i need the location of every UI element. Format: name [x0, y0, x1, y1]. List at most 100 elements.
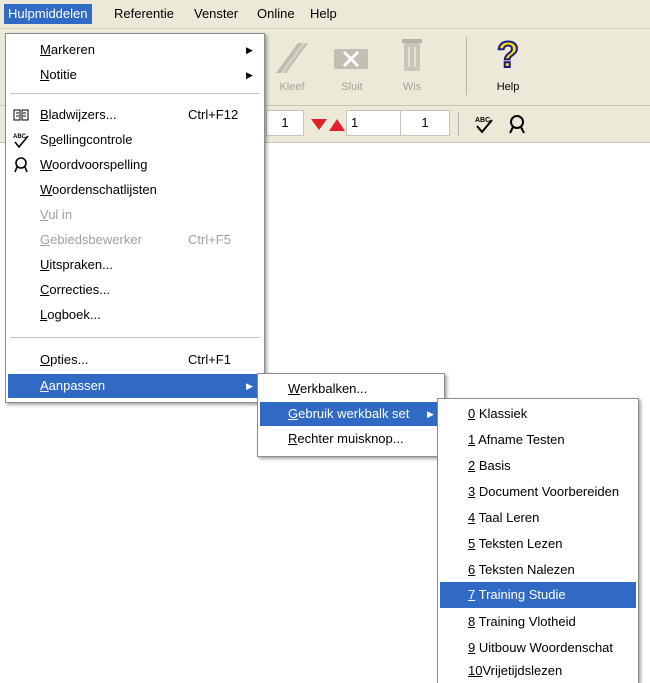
menu-item-label: Werkbalken... [288, 377, 367, 401]
menu-item-set-10[interactable]: 10Vrijetijdslezen [438, 659, 638, 683]
label-rest: ogboek... [47, 307, 101, 322]
shortcut-label: Ctrl+F5 [188, 232, 231, 247]
menu-item-set-5[interactable]: 5 Teksten Lezen [438, 532, 638, 556]
mnemonic: W [288, 381, 301, 396]
menu-item-label: Vul in [40, 203, 72, 227]
set-label: Teksten Nalezen [478, 562, 575, 577]
menu-item-vul-in: Vul in [6, 203, 264, 227]
submenu-arrow-icon: ▶ [246, 70, 253, 80]
menu-item-label: 6 Teksten Nalezen [468, 558, 575, 582]
set-number: 10 [468, 663, 483, 678]
submenu-arrow-icon: ▶ [246, 45, 253, 55]
menu-separator [10, 93, 260, 94]
menu-item-label: 9 Uitbouw Woordenschat [468, 636, 613, 660]
set-number: 0 [468, 406, 476, 421]
menu-item-logboek[interactable]: Logboek... [6, 303, 264, 327]
menu-referentie[interactable]: Referentie [110, 4, 178, 24]
menu-item-set-4[interactable]: 4 Taal Leren [438, 506, 638, 530]
menu-hulpmiddelen[interactable]: Hulpmiddelen [4, 4, 92, 24]
set-number: 1 [468, 432, 476, 447]
set-label: Klassiek [478, 406, 528, 421]
menu-item-set-2[interactable]: 2 Basis [438, 454, 638, 478]
mnemonic: W [40, 157, 53, 172]
set-number: 9 [468, 640, 476, 655]
arrow-down-icon[interactable] [310, 118, 328, 132]
menu-item-label: 2 Basis [468, 454, 511, 478]
menu-separator [10, 337, 260, 338]
label-rest: itspraken... [49, 257, 113, 272]
menu-item-woordvoorspelling[interactable]: Woordvoorspelling [6, 153, 264, 177]
set-label: Teksten Lezen [478, 536, 563, 551]
menu-item-label: Woordenschatlijsten [40, 178, 157, 202]
menu-item-label: Aanpassen [40, 374, 105, 398]
sluit-label: Sluit [341, 81, 363, 93]
set-number: 5 [468, 536, 476, 551]
kleef-button[interactable]: Kleef [262, 33, 322, 97]
menu-item-notitie[interactable]: Notitie ▶ [6, 63, 264, 87]
menu-item-correcties[interactable]: Correcties... [6, 278, 264, 302]
menu-item-set-0[interactable]: 0 Klassiek [438, 402, 638, 426]
menu-item-bladwijzers[interactable]: Bladwijzers... Ctrl+F12 [6, 103, 264, 127]
submenu-arrow-icon: ▶ [427, 409, 434, 419]
menu-item-werkbalken[interactable]: Werkbalken... [258, 377, 444, 401]
page-input[interactable]: 1 [346, 110, 402, 136]
menu-item-opties[interactable]: Opties... Ctrl+F1 [6, 348, 264, 372]
mnemonic: U [40, 257, 50, 272]
toolbar-sets-menu: 0 Klassiek 1 Afname Testen 2 Basis 3 Doc… [437, 398, 639, 683]
set-number: 3 [468, 484, 476, 499]
tools-menu: Markeren ▶ Notitie ▶ Bladwijzers... Ctrl… [5, 33, 265, 403]
menu-item-uitspraken[interactable]: Uitspraken... [6, 253, 264, 277]
menu-item-label: Woordvoorspelling [40, 153, 147, 177]
menu-item-gebruik-werkbalk-set[interactable]: Gebruik werkbalk set ▶ [260, 402, 442, 426]
menu-item-label: 7 Training Studie [468, 582, 566, 608]
menu-item-set-7[interactable]: 7 Training Studie [440, 582, 636, 608]
arrow-up-icon[interactable] [328, 118, 346, 132]
menu-item-label: Uitspraken... [40, 253, 113, 277]
label-rest: erkbalken... [300, 381, 368, 396]
menu-online[interactable]: Online [253, 4, 299, 24]
menu-item-label: 4 Taal Leren [468, 506, 539, 530]
set-label: Uitbouw Woordenschat [478, 640, 614, 655]
set-label: Basis [478, 458, 511, 473]
magnifier-icon[interactable] [508, 114, 528, 134]
menu-item-label: Bladwijzers... [40, 103, 117, 127]
spellcheck-icon[interactable]: ABC [474, 114, 494, 134]
menu-item-set-3[interactable]: 3 Document Voorbereiden [438, 480, 638, 504]
label-rest: ul in [48, 207, 73, 222]
menu-item-label: 8 Training Vlotheid [468, 610, 576, 634]
label-rest: ellingcontrole [55, 132, 133, 147]
menu-help[interactable]: Help [306, 4, 341, 24]
menu-item-set-1[interactable]: 1 Afname Testen [438, 428, 638, 452]
magnifier-icon [14, 157, 28, 173]
svg-text:?: ? [497, 34, 519, 75]
menu-venster[interactable]: Venster [190, 4, 242, 24]
sluit-button[interactable]: Sluit [322, 33, 382, 97]
toolbar-divider-2 [458, 112, 459, 136]
label-rest: ladwijzers... [48, 107, 117, 122]
menu-item-set-9[interactable]: 9 Uitbouw Woordenschat [438, 636, 638, 660]
help-button[interactable]: ? Help [478, 33, 538, 97]
page-value-box-1[interactable]: 1 [266, 110, 304, 136]
shortcut-label: Ctrl+F12 [188, 107, 239, 122]
menu-item-rechter-muisknop[interactable]: Rechter muisknop... [258, 427, 444, 451]
label-rest: orrecties... [49, 282, 111, 297]
menu-item-label: 10Vrijetijdslezen [468, 659, 562, 683]
menu-item-markeren[interactable]: Markeren ▶ [6, 38, 264, 62]
menu-item-woordenschatlijsten[interactable]: Woordenschatlijsten [6, 178, 264, 202]
trash-icon [402, 39, 422, 71]
set-label: Vrijetijdslezen [482, 663, 563, 678]
menu-item-set-6[interactable]: 6 Teksten Nalezen [438, 558, 638, 582]
menu-item-spellingcontrole[interactable]: ABC Spellingcontrole [6, 128, 264, 152]
book-icon [13, 109, 29, 121]
page-value-box-3[interactable]: 1 [400, 110, 450, 136]
mnemonic: R [288, 431, 298, 446]
menu-item-label: Gebruik werkbalk set [288, 402, 409, 426]
mnemonic: M [40, 42, 51, 57]
menu-item-aanpassen[interactable]: Aanpassen ▶ [8, 374, 262, 398]
mnemonic: V [40, 207, 49, 222]
menu-item-set-8[interactable]: 8 Training Vlotheid [438, 610, 638, 634]
set-label: Training Vlotheid [478, 614, 576, 629]
menu-item-label: Rechter muisknop... [288, 427, 404, 451]
wis-button[interactable]: Wis [382, 33, 442, 97]
question-mark-icon: ? [496, 33, 520, 76]
